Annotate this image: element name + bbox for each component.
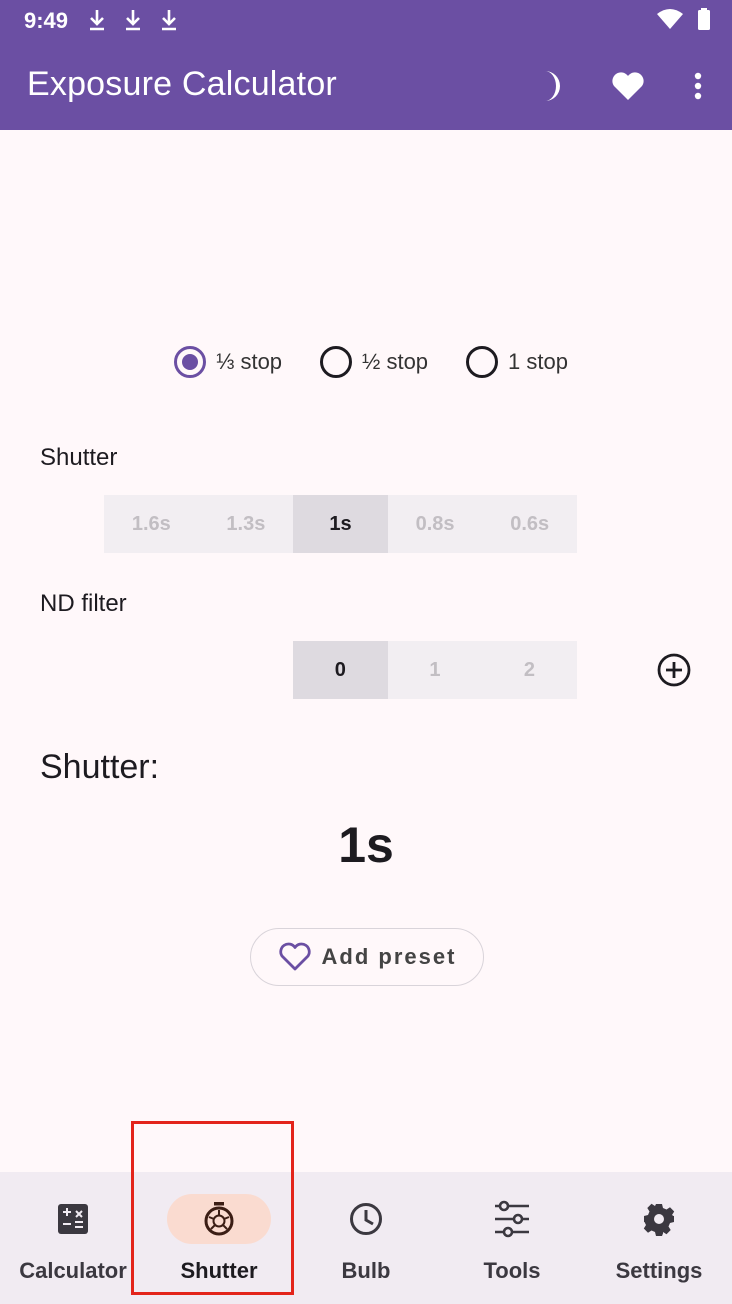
nd-option[interactable]: 2 (482, 641, 577, 699)
moon-icon (545, 71, 560, 101)
bottom-navigation: Calculator Shutter Bulb Tools Settings (0, 1172, 732, 1304)
clock-icon (350, 1203, 382, 1235)
radio-full-stop[interactable]: 1 stop (466, 346, 568, 378)
nav-item-calculator[interactable]: Calculator (0, 1172, 146, 1304)
radio-button-selected[interactable] (174, 346, 206, 378)
nav-icon-container (607, 1194, 711, 1244)
heart-icon (612, 72, 644, 100)
shutter-section-label: Shutter (40, 444, 118, 471)
radio-button[interactable] (466, 346, 498, 378)
radio-label: ⅓ stop (216, 349, 283, 374)
shutter-option[interactable]: 1.6s (104, 495, 199, 553)
battery-icon (698, 8, 710, 30)
wifi-icon (657, 9, 683, 29)
nd-filter-picker[interactable]: 0 1 2 (293, 641, 577, 699)
nav-item-shutter[interactable]: Shutter (146, 1172, 292, 1304)
result-label: Shutter: (40, 748, 160, 786)
status-time: 9:49 (24, 8, 69, 33)
nav-label: Tools (483, 1258, 541, 1283)
gear-icon (643, 1203, 675, 1236)
nav-icon-container (314, 1194, 418, 1244)
nav-item-tools[interactable]: Tools (439, 1172, 585, 1304)
download-icon (162, 10, 176, 31)
add-preset-label: Add preset (321, 944, 457, 969)
tune-icon (495, 1200, 529, 1238)
nav-label: Settings (615, 1258, 703, 1283)
shutter-option[interactable]: 0.6s (482, 495, 577, 553)
status-icons (656, 8, 710, 30)
shutter-option[interactable]: 0.8s (388, 495, 483, 553)
theme-toggle-button[interactable] (528, 64, 572, 108)
nd-option-selected[interactable]: 0 (293, 641, 388, 699)
nav-label: Calculator (19, 1258, 127, 1283)
shutter-option[interactable]: 1.3s (199, 495, 294, 553)
nav-icon-container (460, 1194, 564, 1244)
nd-filter-section-label: ND filter (40, 590, 127, 617)
nav-item-settings[interactable]: Settings (586, 1172, 732, 1304)
app-title: Exposure Calculator (27, 65, 337, 103)
result-value: 1s (338, 817, 394, 873)
nd-option[interactable]: 1 (388, 641, 483, 699)
stop-increment-group: ⅓ stop ½ stop 1 stop (0, 340, 732, 386)
nav-item-bulb[interactable]: Bulb (293, 1172, 439, 1304)
more-options-button[interactable] (676, 64, 720, 108)
nav-label: Bulb (341, 1258, 391, 1283)
shutter-option-selected[interactable]: 1s (293, 495, 388, 553)
calculator-icon (58, 1204, 88, 1234)
radio-third-stop[interactable]: ⅓ stop (174, 346, 282, 378)
radio-label: 1 stop (508, 349, 568, 374)
nav-icon-container (21, 1194, 125, 1244)
status-bar: 9:49 (0, 0, 732, 40)
radio-half-stop[interactable]: ½ stop (320, 346, 428, 378)
add-circle-icon (657, 653, 691, 687)
add-preset-button[interactable]: Add preset (250, 928, 484, 986)
nav-icon-container-active (167, 1194, 271, 1244)
add-nd-filter-button[interactable] (656, 652, 692, 688)
download-icon (90, 10, 104, 31)
shutter-picker[interactable]: 1.6s 1.3s 1s 0.8s 0.6s (104, 495, 577, 553)
radio-label: ½ stop (362, 349, 429, 374)
radio-button[interactable] (320, 346, 352, 378)
app-bar: Exposure Calculator (0, 40, 732, 130)
favorites-button[interactable] (606, 64, 650, 108)
shutter-timer-icon (204, 1202, 234, 1236)
heart-outline-icon (278, 942, 311, 971)
nav-label: Shutter (180, 1258, 258, 1283)
download-icon (126, 10, 140, 31)
more-vert-icon (694, 72, 702, 100)
